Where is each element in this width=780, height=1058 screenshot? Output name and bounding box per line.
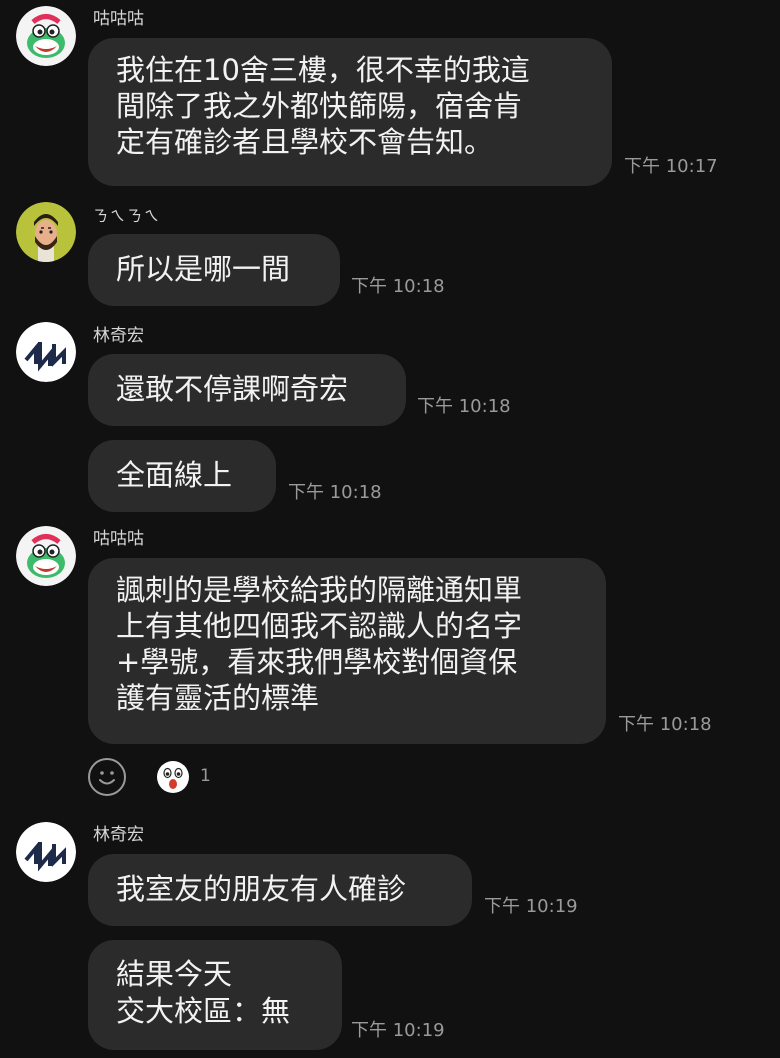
- sender-name: 林奇宏: [93, 825, 144, 845]
- message-time: 下午 10:19: [351, 1020, 445, 1041]
- avatar-neinei[interactable]: [16, 202, 76, 262]
- message-time: 下午 10:18: [351, 276, 445, 297]
- message-time: 下午 10:17: [624, 156, 718, 177]
- message-bubble[interactable]: 諷刺的是學校給我的隔離通知單 上有其他四個我不認識人的名字 +學號，看來我們學校…: [88, 558, 606, 744]
- avatar-gugugu[interactable]: [16, 526, 76, 586]
- message-bubble[interactable]: 還敢不停課啊奇宏: [88, 354, 406, 426]
- message-time: 下午 10:18: [417, 396, 511, 417]
- green-monster-avatar-icon: [16, 6, 76, 66]
- add-reaction-button[interactable]: [88, 758, 126, 796]
- green-monster-avatar-icon: [16, 526, 76, 586]
- message-bubble[interactable]: 結果今天 交大校區：無: [88, 940, 342, 1050]
- sender-name: 林奇宏: [93, 326, 144, 346]
- nycu-logo-avatar-icon: [16, 822, 76, 882]
- message-bubble[interactable]: 我住在10舍三樓，很不幸的我這 間除了我之外都快篩陽，宿舍肯 定有確診者且學校不…: [88, 38, 612, 186]
- message-bubble[interactable]: 我室友的朋友有人確診: [88, 854, 472, 926]
- sender-name: 咕咕咕: [93, 9, 144, 29]
- message-bubble[interactable]: 全面線上: [88, 440, 276, 512]
- message-time: 下午 10:18: [288, 482, 382, 503]
- sender-name: ㄋㄟㄋㄟ: [93, 207, 162, 225]
- message-time: 下午 10:19: [484, 896, 578, 917]
- surprised-face-icon: [157, 761, 189, 793]
- avatar-linqihong[interactable]: [16, 322, 76, 382]
- avatar-gugugu[interactable]: [16, 6, 76, 66]
- message-time: 下午 10:18: [618, 714, 712, 735]
- smiley-icon: [99, 771, 115, 785]
- reaction-count: 1: [200, 766, 211, 786]
- avatar-linqihong[interactable]: [16, 822, 76, 882]
- message-bubble[interactable]: 所以是哪一間: [88, 234, 340, 306]
- bearded-man-avatar-icon: [16, 202, 76, 262]
- reaction-sticker[interactable]: [156, 760, 190, 794]
- sender-name: 咕咕咕: [93, 529, 144, 549]
- nycu-logo-avatar-icon: [16, 322, 76, 382]
